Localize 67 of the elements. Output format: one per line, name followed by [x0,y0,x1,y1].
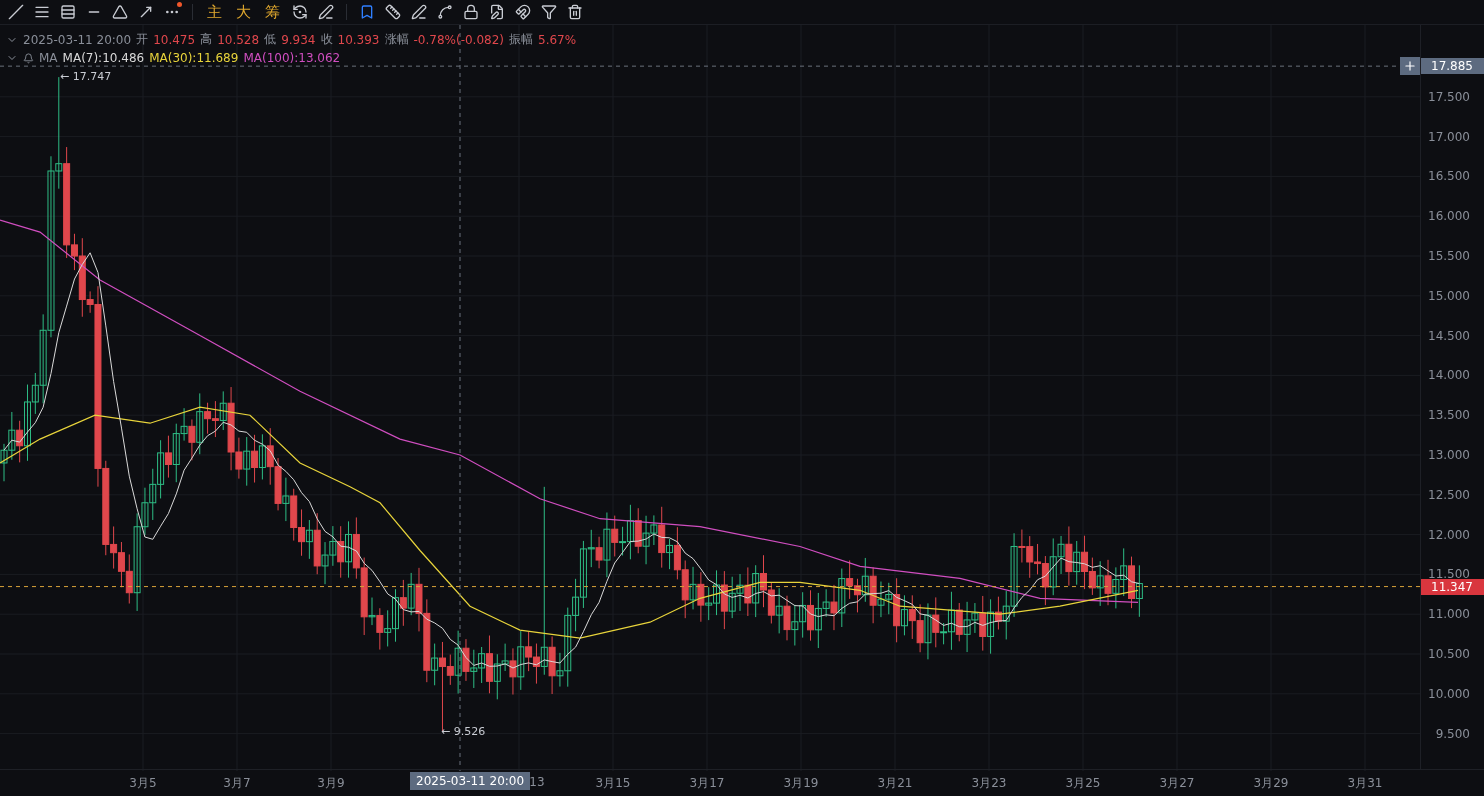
refresh-icon[interactable] [290,2,310,22]
brush-icon[interactable] [316,2,336,22]
ma-value: MA(30):11.689 [149,51,239,65]
price-tick: 16.000 [1428,209,1470,224]
high-marker: ← 17.747 [60,70,112,84]
price-tick: 12.500 [1428,487,1470,502]
ma-value: MA(7):10.486 [62,51,145,65]
date-tick: 3月7 [223,775,251,792]
pen-icon[interactable] [409,2,429,22]
date-tick: 3月21 [877,775,913,792]
field-label: 高 [200,31,213,48]
price-tick: 17.500 [1428,89,1470,104]
price-tick: 15.000 [1428,288,1470,303]
field-value: -0.78%(-0.082) [413,32,504,47]
date-tick: 3月25 [1065,775,1101,792]
price-tick: 10.500 [1428,647,1470,661]
field-label: 收 [320,31,333,48]
add-alert-button[interactable] [1400,57,1420,76]
field-label: 开 [136,31,149,48]
triangle-icon[interactable] [110,2,130,22]
date-tick: 3月9 [317,775,345,792]
price-tick: 11.000 [1428,607,1470,622]
price-tick: 13.500 [1428,408,1470,423]
date-tick: 3月19 [783,775,819,792]
ruler-icon[interactable] [383,2,403,22]
indicator-button[interactable]: 主 [203,2,226,22]
date-tick: 3月17 [689,775,725,792]
lines-icon[interactable] [58,2,78,22]
date-tick: 3月5 [129,775,157,792]
crosshair-time: 2025-03-11 20:00 [410,772,531,790]
field-label: 振幅 [509,31,533,48]
date-tick: 3月23 [971,775,1007,792]
filter-icon[interactable] [539,2,559,22]
date-tick: 3月31 [1347,775,1383,792]
field-label: 低 [264,31,277,48]
field-value: 10.528 [217,32,260,47]
price-tick: 13.000 [1428,448,1470,462]
indicator-button[interactable]: 筹 [261,2,284,22]
field-value: 9.934 [281,32,316,47]
field-label: 涨幅 [384,31,409,48]
price-tick: 14.500 [1428,328,1470,343]
price-tick: 9.500 [1435,726,1470,741]
price-tick: 10.000 [1428,686,1470,701]
lock-icon[interactable] [461,2,481,22]
price-tick: 17.000 [1428,129,1470,144]
plus-icon [1403,59,1417,74]
price-tick: 14.000 [1428,368,1470,383]
indicator-button[interactable]: 大 [232,2,255,22]
date-tick: 3月27 [1159,775,1195,792]
magnet-icon[interactable] [513,2,533,22]
candle-time: 2025-03-11 20:00 [23,32,132,47]
price-tick: 15.500 [1428,249,1470,263]
last-price: 11.347 [1421,578,1484,595]
price-tick: 12.000 [1428,527,1470,542]
low-marker: ← 9.526 [441,724,486,738]
field-value: 5.67% [538,32,577,47]
ma-value: MA(100):13.062 [243,51,341,65]
crosshair-price: 17.885 [1421,58,1484,75]
indicator-label: MA [39,51,58,65]
date-tick: 3月29 [1253,775,1289,792]
bell-icon[interactable] [23,52,34,64]
date-tick: 3月15 [595,775,631,792]
price-tick: 16.500 [1428,169,1470,184]
field-value: 10.393 [337,32,380,47]
field-value: 10.475 [153,32,196,47]
line-tool-icon[interactable] [6,2,26,22]
date-tick: 13 [529,775,545,789]
